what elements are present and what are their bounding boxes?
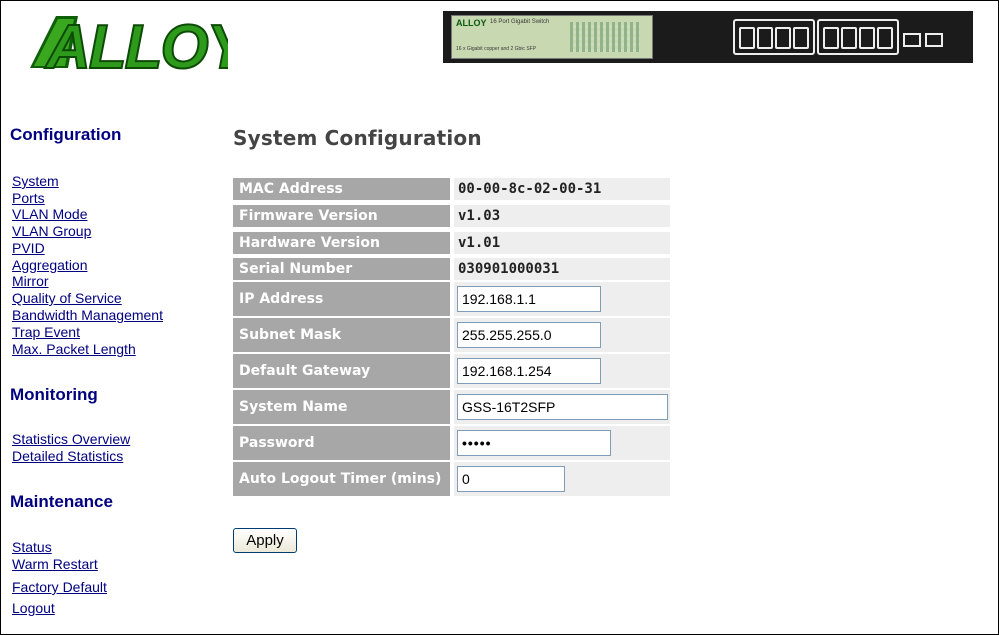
row-label: Firmware Version xyxy=(233,205,452,227)
nav-aggregation[interactable]: Aggregation xyxy=(12,258,88,272)
row-value xyxy=(454,354,670,388)
auto-logout-timer-input[interactable] xyxy=(457,466,565,492)
firmware-version-value: v1.03 xyxy=(458,208,501,224)
table-row-firmware: Firmware Version v1.03 xyxy=(233,205,670,227)
row-label: Auto Logout Timer (mins) xyxy=(233,462,452,496)
banner-product-line1: 16 Port Gigabit Switch xyxy=(490,19,550,25)
led-grid xyxy=(570,22,640,52)
row-value xyxy=(454,426,670,460)
system-name-input[interactable] xyxy=(457,394,668,420)
password-input[interactable] xyxy=(457,430,611,456)
port-group-2 xyxy=(817,19,899,55)
default-gateway-input[interactable] xyxy=(457,358,601,384)
row-value: 00-00-8c-02-00-31 xyxy=(454,178,670,200)
nav-pvid[interactable]: PVID xyxy=(12,241,45,255)
logo-text: ALLOY xyxy=(44,13,228,72)
sfp-port-1 xyxy=(903,33,921,47)
banner-product-line2: 16 x Gigabit copper and 2 Gbic SFP xyxy=(456,46,537,52)
subnet-mask-input[interactable] xyxy=(457,322,601,348)
nav-warm-restart[interactable]: Warm Restart xyxy=(12,557,98,571)
row-label: System Name xyxy=(233,390,452,424)
page-title: System Configuration xyxy=(233,126,482,150)
alloy-logo: ALLOY xyxy=(30,12,228,72)
table-row-serial: Serial Number 030901000031 xyxy=(233,258,670,280)
header: ALLOY ALLOY 16 Port Gigabit Switch 16 x … xyxy=(0,0,997,80)
nav-ports[interactable]: Ports xyxy=(12,191,45,205)
nav-vlan-group[interactable]: VLAN Group xyxy=(12,224,91,238)
row-value xyxy=(454,318,670,352)
section-title-configuration: Configuration xyxy=(10,125,122,144)
row-value: v1.03 xyxy=(454,205,670,227)
nav-max-packet-length[interactable]: Max. Packet Length xyxy=(12,342,136,356)
row-label: Subnet Mask xyxy=(233,318,452,352)
sfp-port-2 xyxy=(925,33,943,47)
table-row-mac: MAC Address 00-00-8c-02-00-31 xyxy=(233,178,670,200)
nav-mirror[interactable]: Mirror xyxy=(12,274,49,288)
row-label: Default Gateway xyxy=(233,354,452,388)
section-title-monitoring: Monitoring xyxy=(10,385,98,404)
row-label: Password xyxy=(233,426,452,460)
nav-system[interactable]: System xyxy=(12,174,59,188)
row-value xyxy=(454,462,670,496)
row-label: IP Address xyxy=(233,282,452,316)
table-row-ip: IP Address xyxy=(233,282,670,316)
table-row-hardware: Hardware Version v1.01 xyxy=(233,232,670,254)
row-label: MAC Address xyxy=(233,178,452,200)
nav-trap-event[interactable]: Trap Event xyxy=(12,325,80,339)
nav-bandwidth-management[interactable]: Bandwidth Management xyxy=(12,308,163,322)
table-row-auto-logout: Auto Logout Timer (mins) xyxy=(233,462,670,496)
nav-statistics-overview[interactable]: Statistics Overview xyxy=(12,432,130,446)
row-value xyxy=(454,390,670,424)
section-title-maintenance: Maintenance xyxy=(10,492,113,511)
nav-logout[interactable]: Logout xyxy=(12,601,55,615)
table-row-gateway: Default Gateway xyxy=(233,354,670,388)
row-label: Serial Number xyxy=(233,258,452,280)
row-value: v1.01 xyxy=(454,232,670,254)
nav-factory-default[interactable]: Factory Default xyxy=(12,580,107,594)
table-row-password: Password xyxy=(233,426,670,460)
row-value xyxy=(454,282,670,316)
switch-front-label: ALLOY 16 Port Gigabit Switch 16 x Gigabi… xyxy=(451,15,653,59)
table-row-system-name: System Name xyxy=(233,390,670,424)
hardware-version-value: v1.01 xyxy=(458,235,501,251)
row-value: 030901000031 xyxy=(454,258,670,280)
banner-brand: ALLOY xyxy=(456,18,487,28)
nav-vlan-mode[interactable]: VLAN Mode xyxy=(12,207,87,221)
apply-button[interactable]: Apply xyxy=(233,528,297,553)
table-row-subnet: Subnet Mask xyxy=(233,318,670,352)
ip-address-input[interactable] xyxy=(457,286,601,312)
row-label: Hardware Version xyxy=(233,232,452,254)
nav-status[interactable]: Status xyxy=(12,540,52,554)
switch-banner-image: ALLOY 16 Port Gigabit Switch 16 x Gigabi… xyxy=(443,11,973,63)
port-group-1 xyxy=(733,19,815,55)
nav-quality-of-service[interactable]: Quality of Service xyxy=(12,291,122,305)
mac-address-value: 00-00-8c-02-00-31 xyxy=(458,181,602,197)
nav-detailed-statistics[interactable]: Detailed Statistics xyxy=(12,449,123,463)
serial-number-value: 030901000031 xyxy=(458,261,560,277)
